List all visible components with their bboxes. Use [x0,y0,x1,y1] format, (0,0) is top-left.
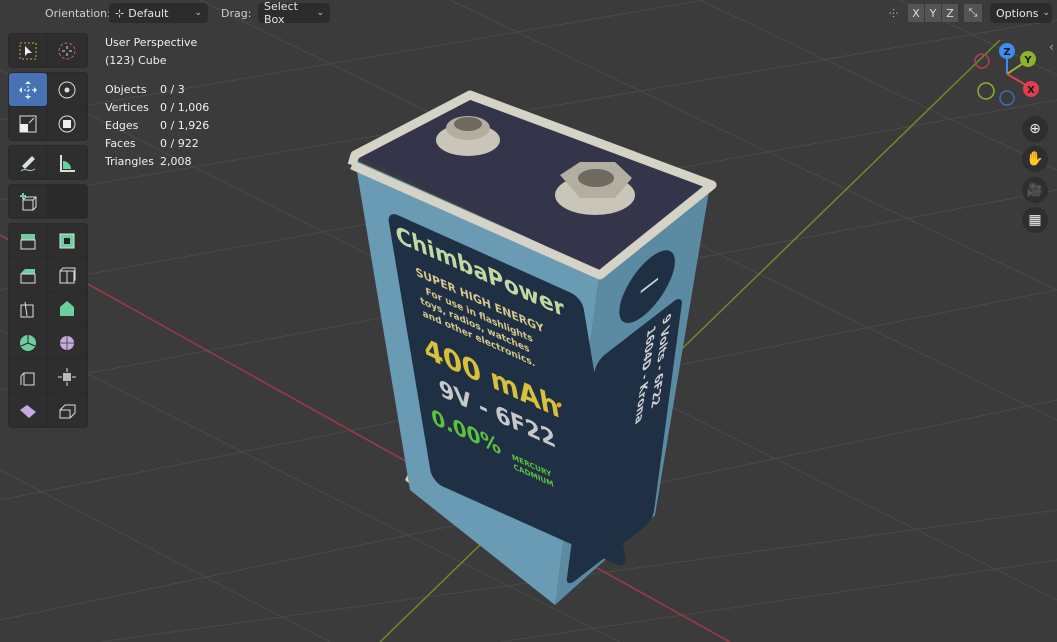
chevron-down-icon: ⌄ [316,8,324,18]
move-icon [19,80,37,99]
measure-tool[interactable] [48,146,86,179]
edge-slide-icon [20,372,35,385]
stats-row: Edges 0 / 1,926 [105,119,210,132]
spin-icon [20,334,36,351]
svg-text:X: X [1027,85,1035,96]
smooth-tool[interactable] [48,326,86,359]
svg-text:Z: Z [1003,47,1010,58]
stats-row: Faces 0 / 922 [105,137,199,150]
shear-icon [20,404,36,418]
poly-build-icon [60,300,74,316]
scale-tool[interactable] [9,107,47,140]
viewport-header: Orientation: ⊹ Default ⌄ Drag: Select Bo… [0,0,1057,26]
transform-tool[interactable] [48,107,86,140]
camera-view-button[interactable]: 🎥 [1022,177,1048,203]
spin-tool[interactable] [9,326,47,359]
knife-tool[interactable] [9,292,47,325]
drag-label: Drag: [221,6,252,20]
navigation-gizmo[interactable]: Z Y X [974,43,1039,106]
zoom-icon: ⊕ [1029,121,1041,137]
ruler-icon [60,154,75,172]
rip-region-tool[interactable] [48,394,86,427]
transform-icon [58,115,76,132]
drag-dropdown[interactable]: Select Box ⌄ [258,0,330,26]
edge-slide-tool[interactable] [9,360,47,393]
extrude-icon [20,233,36,249]
chevron-down-icon: ⌄ [194,8,202,18]
object-origin [556,402,562,408]
perspective-toggle-button[interactable]: ▦ [1022,207,1048,233]
viewport-overlay-info: User Perspective (123) Cube Objects 0 / 3… [105,34,209,171]
bevel-tool[interactable] [9,258,47,291]
shrink-fatten-tool[interactable] [48,360,86,393]
orientation-label: Orientation: [45,6,111,20]
cursor-tool[interactable] [48,34,86,67]
active-object-name: (123) Cube [105,54,167,67]
grid-icon: ▦ [1028,212,1042,228]
select-box-tool[interactable] [9,34,47,67]
scale-icon [19,115,37,132]
cursor-icon [58,42,76,59]
smooth-icon [60,335,74,350]
view-name: User Perspective [105,36,198,49]
knife-icon [20,301,34,317]
inset-icon [59,233,75,248]
shrink-fatten-icon [58,367,76,386]
add-cube-tool[interactable] [9,185,47,218]
annotate-tool[interactable] [9,146,47,179]
rotate-icon [58,81,76,98]
axis-toggle-group: X Y Z [908,4,958,22]
bevel-icon [20,268,36,283]
loop-cut-icon [59,267,76,283]
add-cube-icon [20,192,37,210]
options-dropdown[interactable]: Options ⌄ [990,3,1052,23]
svg-text:Y: Y [1023,55,1032,66]
pencil-icon [20,155,36,171]
stats-row: Triangles 2,008 [105,155,192,168]
sidebar-toggle-icon[interactable]: ‹ [1049,40,1054,54]
zoom-view-button[interactable]: ⊕ [1022,116,1048,142]
stats-row: Objects 0 / 3 [105,83,185,96]
axis-z-toggle[interactable]: Z [942,4,958,22]
axis-x-toggle[interactable]: X [908,4,924,22]
transform-orientation-icon: ⊹ [115,6,125,20]
inset-tool[interactable] [48,224,86,257]
rotate-tool[interactable] [48,73,86,106]
tool-shelf [8,33,88,432]
proportional-editing-icon[interactable]: ⤡ [964,4,982,22]
orientation-dropdown[interactable]: ⊹ Default ⌄ [109,3,208,23]
poly-build-tool[interactable] [48,292,86,325]
camera-icon: 🎥 [1026,182,1044,198]
extrude-tool[interactable] [9,224,47,257]
select-box-icon [19,42,37,59]
shear-tool[interactable] [9,394,47,427]
hand-icon: ✋ [1026,151,1044,167]
loop-cut-tool[interactable] [48,258,86,291]
axis-y-toggle[interactable]: Y [925,4,941,22]
chevron-down-icon: ⌄ [1042,8,1050,18]
battery-model[interactable]: ChimbaPower SUPER HIGH ENERGY For use in… [347,90,717,605]
rip-region-icon [59,404,76,418]
mirror-icon[interactable]: ⸭ [889,6,898,21]
move-tool[interactable] [9,73,47,106]
pan-view-button[interactable]: ✋ [1022,146,1048,172]
stats-row: Vertices 0 / 1,006 [105,101,210,114]
